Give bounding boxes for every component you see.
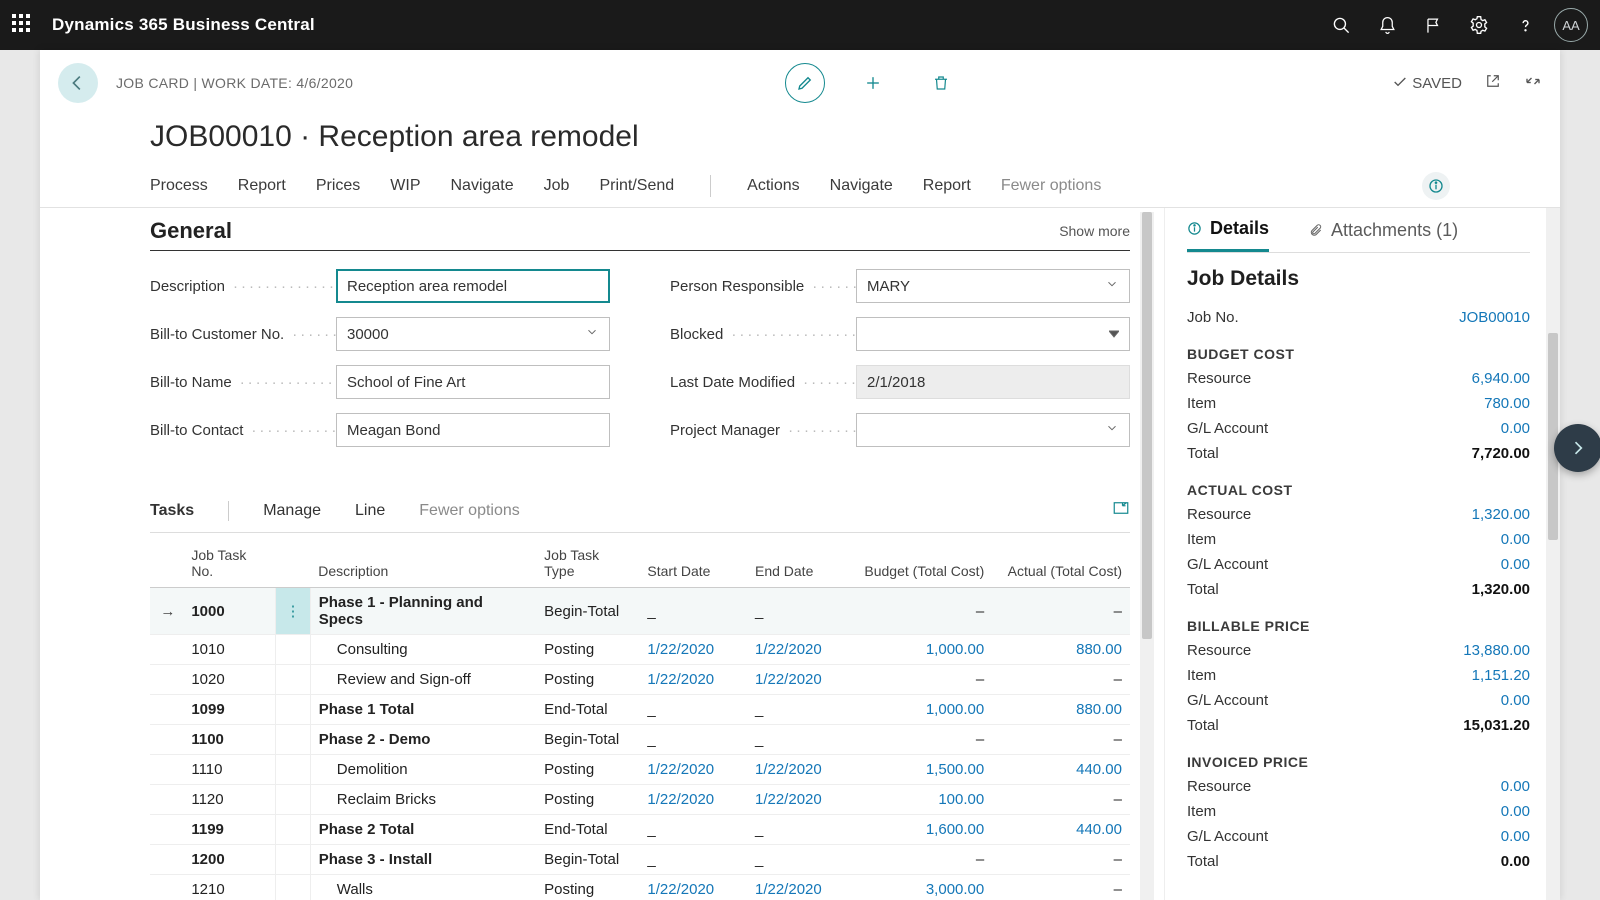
- user-avatar[interactable]: AA: [1554, 8, 1588, 42]
- tab-wip[interactable]: WIP: [390, 177, 420, 195]
- page-title: JOB00010 · Reception area remodel: [40, 116, 1560, 164]
- tasks-fewer[interactable]: Fewer options: [419, 502, 520, 520]
- tasks-expand-icon[interactable]: [1112, 499, 1130, 522]
- global-topbar: Dynamics 365 Business Central AA: [0, 0, 1600, 50]
- table-row[interactable]: 1020Review and Sign-offPosting1/22/20201…: [150, 665, 1130, 695]
- col-description[interactable]: Description: [310, 541, 536, 588]
- col-task-no[interactable]: Job Task No.: [183, 541, 276, 588]
- kv-jobno-label: Job No.: [1187, 309, 1239, 326]
- tab-fewer-options[interactable]: Fewer options: [1001, 177, 1102, 195]
- input-last-modified: 2/1/2018: [856, 365, 1130, 399]
- tab-job[interactable]: Job: [544, 177, 570, 195]
- main-column: General Show more Description Reception …: [40, 208, 1164, 900]
- open-new-window-icon[interactable]: [1484, 72, 1502, 94]
- factbox-title: Job Details: [1187, 267, 1530, 291]
- kv-jobno-value[interactable]: JOB00010: [1459, 309, 1530, 326]
- label-last-modified: Last Date Modified: [670, 374, 856, 391]
- input-billto-name[interactable]: School of Fine Art: [336, 365, 610, 399]
- tasks-separator: [228, 501, 229, 521]
- saved-indicator: SAVED: [1392, 74, 1462, 92]
- tab-navigate2[interactable]: Navigate: [830, 177, 893, 195]
- back-button[interactable]: [58, 63, 98, 103]
- subhead-budget: BUDGET COST: [1187, 346, 1530, 362]
- chevron-down-icon[interactable]: [1105, 421, 1119, 439]
- col-type[interactable]: Job Task Type: [536, 541, 639, 588]
- tab-report[interactable]: Report: [238, 177, 286, 195]
- input-blocked[interactable]: [856, 317, 1130, 351]
- input-project-manager[interactable]: [856, 413, 1130, 447]
- table-row[interactable]: 1200Phase 3 - InstallBegin-Total__––: [150, 845, 1130, 875]
- tab-print-send[interactable]: Print/Send: [599, 177, 674, 195]
- col-start[interactable]: Start Date: [639, 541, 747, 588]
- notifications-icon[interactable]: [1364, 0, 1410, 50]
- table-row[interactable]: 1199Phase 2 TotalEnd-Total__1,600.00440.…: [150, 815, 1130, 845]
- tab-actions[interactable]: Actions: [747, 177, 799, 195]
- chevron-down-icon[interactable]: [585, 325, 599, 343]
- next-record-button[interactable]: [1554, 424, 1600, 472]
- input-person-responsible[interactable]: MARY: [856, 269, 1130, 303]
- search-icon[interactable]: [1318, 0, 1364, 50]
- table-row[interactable]: 1120Reclaim BricksPosting1/22/20201/22/2…: [150, 785, 1130, 815]
- input-description[interactable]: Reception area remodel: [336, 269, 610, 303]
- col-end[interactable]: End Date: [747, 541, 855, 588]
- subhead-billable: BILLABLE PRICE: [1187, 618, 1530, 634]
- subhead-actual: ACTUAL COST: [1187, 482, 1530, 498]
- factbox-toggle-icon[interactable]: [1422, 172, 1450, 200]
- label-description: Description: [150, 278, 336, 295]
- page-card: JOB CARD | WORK DATE: 4/6/2020 SAVED: [40, 50, 1560, 900]
- general-form: Description Reception area remodel Bill-…: [150, 269, 1130, 447]
- tasks-table: Job Task No. Description Job Task Type S…: [150, 541, 1130, 900]
- page-header: JOB CARD | WORK DATE: 4/6/2020 SAVED: [40, 50, 1560, 116]
- settings-gear-icon[interactable]: [1456, 0, 1502, 50]
- tasks-toolbar: Tasks Manage Line Fewer options: [150, 489, 1130, 533]
- factbox-scrollbar[interactable]: [1546, 208, 1560, 900]
- factbox-tab-details[interactable]: Details: [1187, 218, 1269, 252]
- factbox-panel: Details Attachments (1) Job Details Job …: [1164, 208, 1560, 900]
- delete-button[interactable]: [921, 63, 961, 103]
- input-billto-contact[interactable]: Meagan Bond: [336, 413, 610, 447]
- main-scrollbar[interactable]: [1140, 212, 1154, 900]
- label-billto-contact: Bill-to Contact: [150, 422, 336, 439]
- saved-label: SAVED: [1412, 75, 1462, 92]
- content-area: General Show more Description Reception …: [40, 208, 1560, 900]
- tab-separator: [710, 175, 711, 197]
- tasks-tab[interactable]: Tasks: [150, 502, 194, 520]
- label-billto-name: Bill-to Name: [150, 374, 336, 391]
- tab-process[interactable]: Process: [150, 177, 208, 195]
- factbox-tab-attachments[interactable]: Attachments (1): [1309, 218, 1458, 252]
- chevron-down-icon[interactable]: [1105, 277, 1119, 295]
- table-row[interactable]: →1000⋮Phase 1 - Planning and SpecsBegin-…: [150, 588, 1130, 635]
- breadcrumb: JOB CARD | WORK DATE: 4/6/2020: [116, 75, 353, 91]
- table-row[interactable]: 1110DemolitionPosting1/22/20201/22/20201…: [150, 755, 1130, 785]
- col-budget[interactable]: Budget (Total Cost): [855, 541, 993, 588]
- col-actual[interactable]: Actual (Total Cost): [992, 541, 1130, 588]
- show-more-link[interactable]: Show more: [1059, 223, 1130, 239]
- dropdown-caret-icon[interactable]: [1109, 326, 1119, 343]
- tasks-manage[interactable]: Manage: [263, 502, 321, 520]
- new-button[interactable]: [853, 63, 893, 103]
- tab-prices[interactable]: Prices: [316, 177, 360, 195]
- subhead-invoiced: INVOICED PRICE: [1187, 754, 1530, 770]
- general-section-header: General Show more: [150, 218, 1130, 251]
- help-icon[interactable]: [1502, 0, 1548, 50]
- action-tabs: Process Report Prices WIP Navigate Job P…: [40, 164, 1560, 208]
- label-project-manager: Project Manager: [670, 422, 856, 439]
- table-row[interactable]: 1099Phase 1 TotalEnd-Total__1,000.00880.…: [150, 695, 1130, 725]
- collapse-icon[interactable]: [1524, 72, 1542, 94]
- tasks-line[interactable]: Line: [355, 502, 385, 520]
- flag-icon[interactable]: [1410, 0, 1456, 50]
- edit-button[interactable]: [785, 63, 825, 103]
- tab-report2[interactable]: Report: [923, 177, 971, 195]
- tab-navigate[interactable]: Navigate: [451, 177, 514, 195]
- app-launcher-icon[interactable]: [12, 14, 34, 36]
- table-row[interactable]: 1210WallsPosting1/22/20201/22/20203,000.…: [150, 875, 1130, 900]
- label-billto-no: Bill-to Customer No.: [150, 326, 336, 343]
- general-title: General: [150, 218, 232, 244]
- label-person-responsible: Person Responsible: [670, 278, 856, 295]
- table-row[interactable]: 1100Phase 2 - DemoBegin-Total__––: [150, 725, 1130, 755]
- label-blocked: Blocked: [670, 326, 856, 343]
- table-row[interactable]: 1010ConsultingPosting1/22/20201/22/20201…: [150, 635, 1130, 665]
- input-billto-no[interactable]: 30000: [336, 317, 610, 351]
- app-title: Dynamics 365 Business Central: [52, 15, 315, 35]
